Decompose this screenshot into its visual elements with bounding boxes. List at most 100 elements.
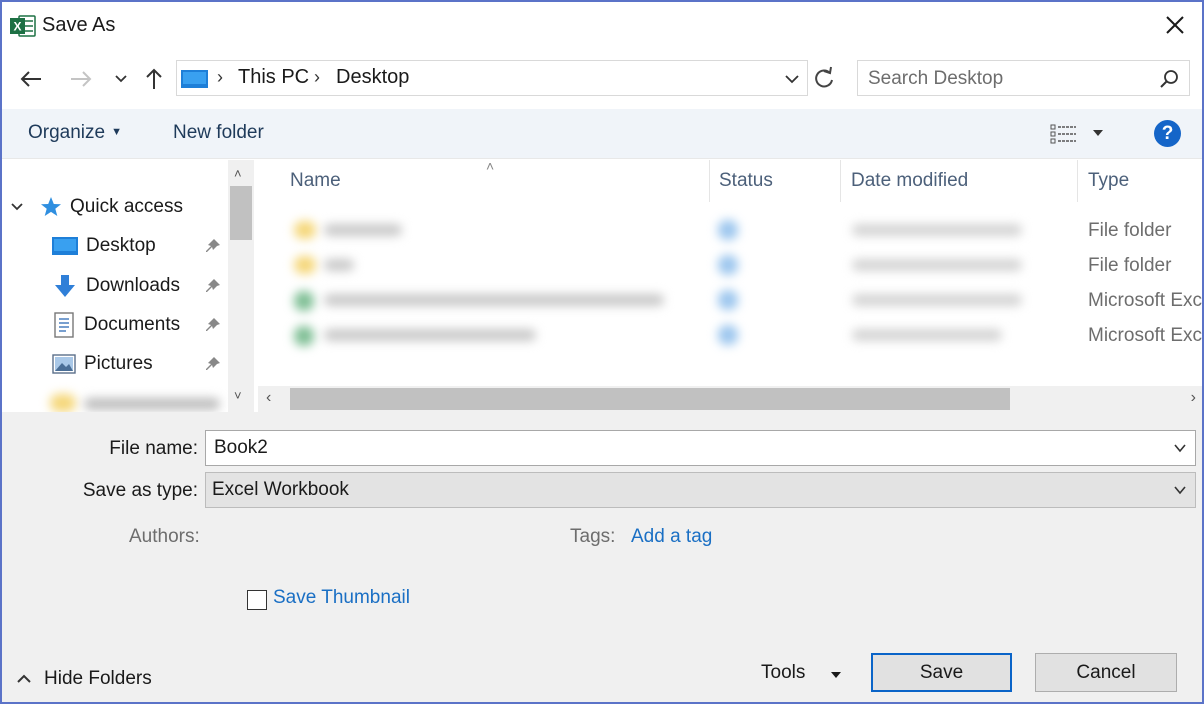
pictures-icon [52, 354, 76, 374]
breadcrumb-this-pc[interactable]: This PC [238, 66, 309, 89]
save-as-type-label: Save as type: [82, 480, 198, 501]
file-type: File folder [1088, 255, 1172, 276]
organize-label: Organize [28, 122, 106, 143]
cancel-button[interactable]: Cancel [1035, 653, 1177, 692]
nav-item-label: Pictures [84, 353, 153, 374]
close-icon[interactable] [1162, 12, 1188, 38]
pin-icon[interactable] [205, 278, 221, 294]
save-thumbnail-checkbox[interactable] [247, 590, 267, 610]
help-button[interactable]: ? [1154, 120, 1181, 147]
window-title: Save As [42, 14, 116, 36]
tools-button[interactable]: Tools [761, 662, 805, 684]
pin-icon[interactable] [205, 317, 221, 333]
file-type: Microsoft Excel [1088, 325, 1202, 346]
chevron-down-icon[interactable] [782, 69, 802, 89]
column-header-status[interactable]: Status [719, 170, 773, 192]
chevron-down-icon[interactable] [1173, 483, 1187, 497]
tags-label: Tags: [570, 526, 616, 547]
file-row[interactable]: File folder [258, 249, 1202, 284]
file-type: File folder [1088, 220, 1172, 241]
navigation-pane: Quick access Desktop Downloads Documents… [2, 160, 256, 412]
caret-down-icon[interactable] [1092, 128, 1104, 138]
file-row[interactable]: File folder [258, 214, 1202, 249]
authors-label: Authors: [129, 526, 200, 547]
arrow-right-icon [71, 71, 92, 87]
blurred-file-name [324, 259, 354, 271]
arrow-up-icon [146, 68, 162, 89]
file-type: Microsoft Excel [1088, 290, 1202, 311]
column-header-name[interactable]: Name [290, 170, 341, 192]
column-divider[interactable] [1077, 160, 1078, 202]
search-input[interactable] [868, 67, 1148, 91]
chevron-right-icon: › [217, 67, 223, 87]
save-thumbnail-label[interactable]: Save Thumbnail [273, 587, 410, 609]
command-toolbar: Organize ▼ New folder ? [2, 109, 1202, 159]
nav-item-quick-access[interactable]: Quick access [10, 192, 183, 222]
nav-scrollbar[interactable]: ˄ ˅ [228, 160, 254, 412]
excel-file-icon [294, 291, 314, 311]
horizontal-scrollbar[interactable]: ‹ › [258, 386, 1202, 412]
this-pc-icon [181, 70, 208, 88]
back-button[interactable] [16, 64, 46, 94]
pin-icon[interactable] [205, 356, 221, 372]
save-as-type-select[interactable]: Excel Workbook [205, 472, 1196, 508]
breadcrumb-desktop[interactable]: Desktop [336, 66, 409, 89]
pin-icon[interactable] [205, 238, 221, 254]
scroll-thumb[interactable] [290, 388, 1010, 410]
scroll-right-icon[interactable]: › [1191, 389, 1196, 407]
save-options-panel: File name: Save as type: Excel Workbook … [2, 412, 1202, 702]
scroll-down-icon[interactable]: ˅ [234, 388, 242, 403]
excel-file-icon [294, 326, 314, 346]
search-box[interactable] [857, 60, 1190, 96]
up-button[interactable] [139, 64, 169, 94]
scroll-left-icon[interactable]: ‹ [266, 389, 271, 407]
add-tag-link[interactable]: Add a tag [631, 526, 712, 548]
recent-locations-button[interactable] [106, 64, 136, 94]
scroll-up-icon[interactable]: ˄ [234, 166, 242, 181]
hide-folders-button[interactable]: Hide Folders [16, 668, 152, 690]
download-icon [55, 275, 75, 297]
chevron-down-icon[interactable] [10, 202, 24, 212]
save-as-dialog: X Save As › This PC › Desktop Search Des… [0, 0, 1204, 704]
column-header-type[interactable]: Type [1088, 170, 1129, 192]
folder-icon [294, 221, 316, 239]
organize-button[interactable]: Organize ▼ [28, 122, 122, 144]
file-name-field[interactable] [205, 430, 1196, 466]
scroll-thumb[interactable] [230, 186, 252, 240]
view-options-icon[interactable] [1050, 123, 1078, 145]
forward-button[interactable] [66, 64, 96, 94]
blurred-file-name [324, 224, 402, 236]
sync-status-icon [718, 220, 738, 240]
blurred-file-name [324, 329, 536, 341]
sync-status-icon [718, 325, 738, 345]
folder-icon [294, 256, 316, 274]
star-icon [41, 197, 61, 216]
folder-icon [50, 394, 76, 412]
save-button[interactable]: Save [871, 653, 1012, 692]
nav-item-label: Downloads [86, 275, 180, 296]
nav-item-downloads[interactable]: Downloads [52, 271, 180, 301]
column-header-date-modified[interactable]: Date modified [851, 170, 968, 192]
svg-text:X: X [13, 20, 21, 34]
save-as-type-value: Excel Workbook [212, 479, 349, 500]
caret-down-icon[interactable] [830, 670, 842, 680]
refresh-icon[interactable] [810, 64, 838, 92]
blurred-nav-item [84, 398, 220, 410]
chevron-down-icon[interactable] [1173, 441, 1187, 455]
blurred-date [852, 259, 1022, 271]
nav-item-pictures[interactable]: Pictures [52, 349, 153, 379]
file-row[interactable]: Microsoft Excel [258, 319, 1202, 354]
column-divider[interactable] [709, 160, 710, 202]
nav-item-desktop[interactable]: Desktop [52, 231, 156, 261]
sync-status-icon [718, 255, 738, 275]
documents-icon [54, 312, 74, 338]
search-icon[interactable] [1159, 69, 1179, 89]
hide-folders-label: Hide Folders [44, 668, 152, 689]
column-divider[interactable] [840, 160, 841, 202]
address-bar[interactable]: › This PC › Desktop [176, 60, 808, 96]
nav-item-label: Documents [84, 314, 181, 335]
file-name-input[interactable] [214, 436, 1114, 460]
nav-item-documents[interactable]: Documents [52, 310, 180, 340]
file-row[interactable]: Microsoft Excel [258, 284, 1202, 319]
new-folder-button[interactable]: New folder [173, 122, 264, 144]
